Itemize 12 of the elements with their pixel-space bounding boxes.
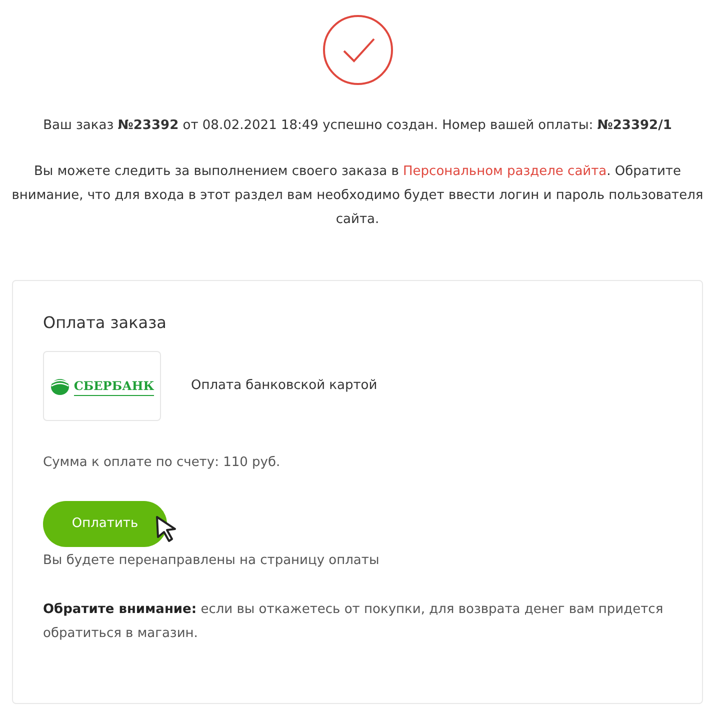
success-check-icon (322, 14, 394, 86)
bank-emblem-icon (50, 377, 70, 395)
payment-method: Оплата банковской картой (191, 377, 378, 396)
bank-logo-text: СБЕРБАНК (74, 376, 154, 396)
amount-text: Сумма к оплате по счету: 110 руб. (43, 454, 282, 472)
personal-section-link[interactable]: Персональном разделе сайта (403, 164, 607, 179)
order-message: Ваш заказ №23392 от 08.02.2021 18:49 успешно создан. Номер вашей оплаты: №23392/1 (42, 117, 673, 135)
redirect-note: Вы будете перенаправлены на страницу оплаты (43, 552, 380, 570)
payment-title: Оплата заказа (43, 312, 168, 334)
info-paragraph: Вы можете следить за выполнением своего заказа в Персональном разделе сайта. Обратите внимание, что для входа в этот раздел вам необходимо будет ввести логин и пароль пользователя сайта. (10, 163, 704, 229)
notice-text: Обратите внимание: если вы откажетесь от покупки, для возврата денег вам придется обратиться в магазин. (43, 601, 664, 643)
pay-button[interactable]: Оплатить (43, 500, 167, 546)
